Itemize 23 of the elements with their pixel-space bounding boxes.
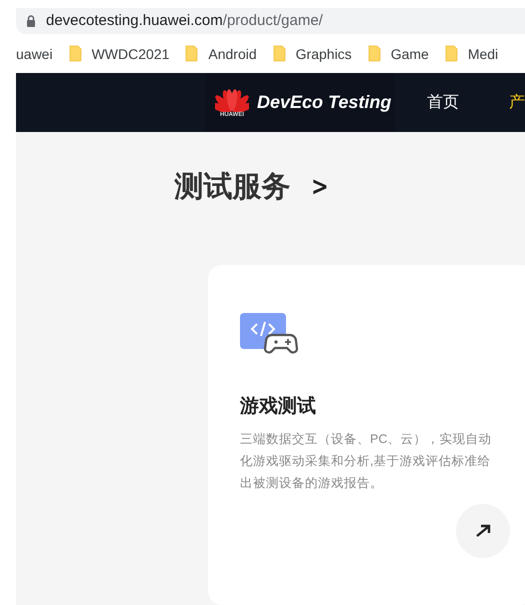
bookmark-item[interactable]: Graphics <box>296 46 352 62</box>
nav-link[interactable]: 产 <box>509 92 525 114</box>
folder-icon <box>368 45 381 62</box>
service-card[interactable]: 游戏测试 三端数据交互（设备、PC、云），实现自动化游戏驱动采集和分析,基于游戏评估标准给出被测设备的游戏报告。 <box>208 265 525 605</box>
nav-link[interactable]: 首页 <box>427 92 459 114</box>
folder-icon <box>272 45 286 62</box>
card-title: 游戏测试 <box>240 395 317 420</box>
bookmark-item[interactable]: uawei <box>16 46 53 62</box>
chevron-link[interactable]: > <box>310 172 328 202</box>
folder-icon <box>444 45 458 62</box>
brand-name[interactable]: DevEco Testing <box>257 92 392 114</box>
card-description: 三端数据交互（设备、PC、云），实现自动化游戏驱动采集和分析,基于游戏评估标准给出被测设备的游戏报告。 <box>240 431 492 492</box>
address-bar[interactable]: devecotesting.huawei.com/product/game/ <box>16 8 525 34</box>
bookmark-item[interactable]: Medi <box>468 46 498 62</box>
bookmark-item[interactable]: Android <box>208 46 257 62</box>
code-gamepad-icon <box>240 311 298 356</box>
bookmark-item[interactable]: WWDC2021 <box>92 46 170 62</box>
folder-icon <box>68 45 82 62</box>
bookmark-item[interactable]: Game <box>390 46 429 62</box>
lock-icon <box>26 14 36 27</box>
section-title: 测试服务 <box>174 170 291 206</box>
folder-icon <box>185 45 198 62</box>
arrow-icon <box>475 524 491 538</box>
